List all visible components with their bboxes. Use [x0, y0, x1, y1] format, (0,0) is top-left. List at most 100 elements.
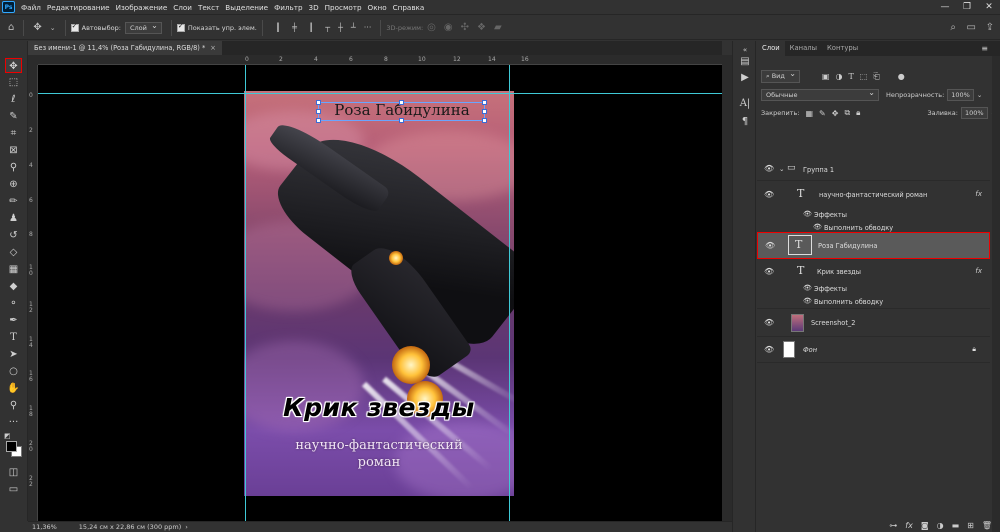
menu-text[interactable]: Текст [195, 3, 222, 12]
effects-row[interactable]: 👁︎ Эффекты [757, 283, 990, 296]
menu-window[interactable]: Окно [365, 3, 390, 12]
zoom-tool-icon[interactable]: ⚲ [5, 398, 22, 413]
vertical-guide[interactable] [245, 65, 246, 521]
close-tab-icon[interactable]: × [210, 44, 216, 52]
3d-scale-icon[interactable]: ▰ [494, 22, 502, 33]
lock-artboard-icon[interactable]: ⧉ [844, 108, 850, 118]
paragraph-icon[interactable]: ¶ [738, 115, 752, 129]
visibility-eye-icon[interactable]: 👁︎ [764, 190, 774, 199]
workspace-icon[interactable]: ▭ [967, 22, 976, 33]
dodge-tool-icon[interactable]: ⚬ [5, 296, 22, 311]
align-middle-icon[interactable]: ┼ [338, 23, 343, 32]
new-layer-icon[interactable]: ⊞ [967, 521, 974, 530]
chevron-down-icon[interactable]: ⌄ [50, 24, 56, 32]
layer-name[interactable]: научно-фантастический роман [819, 191, 927, 199]
adjustment-layer-icon[interactable]: ◑ [937, 521, 944, 530]
ruler-vertical[interactable]: 0 2 4 6 8 1 0 1 2 1 4 1 6 1 8 2 0 2 2 [28, 65, 38, 521]
quick-select-tool-icon[interactable]: ✎ [5, 109, 22, 124]
visibility-eye-icon[interactable]: 👁︎ [764, 267, 774, 276]
minimize-button[interactable]: — [934, 0, 956, 15]
shape-tool-icon[interactable]: ○ [5, 364, 22, 379]
filter-adjustment-icon[interactable]: ◑ [835, 72, 842, 81]
menu-image[interactable]: Изображение [113, 3, 171, 12]
document-tab[interactable]: Без имени-1 @ 11,4% (Роза Габидулина, RG… [28, 41, 222, 55]
3d-roll-icon[interactable]: ◉ [444, 22, 453, 33]
auto-select-checkbox[interactable] [70, 22, 79, 32]
move-tool-icon[interactable]: ✥ [5, 58, 22, 73]
visibility-eye-icon[interactable]: 👁︎ [803, 210, 812, 218]
filter-smart-object-icon[interactable]: ⎗ [873, 72, 879, 82]
3d-orbit-icon[interactable]: ◎ [427, 22, 436, 33]
layer-row-text-selected[interactable]: 👁︎ T Роза Габидулина [757, 232, 990, 259]
layer-row-group[interactable]: 👁︎ ⌄ ▭ Группа 1 [757, 159, 990, 181]
cover-genre-text[interactable]: научно-фантастический роман [244, 437, 514, 471]
hand-tool-icon[interactable]: ✋ [5, 381, 22, 396]
lock-all-icon[interactable]: 🔒︎ [856, 108, 860, 118]
align-right-icon[interactable]: ▕▏ [305, 23, 317, 32]
healing-brush-tool-icon[interactable]: ⊕ [5, 177, 22, 192]
align-left-icon[interactable]: ▕▏ [272, 23, 284, 32]
chevron-down-icon[interactable]: ⌄ [779, 165, 785, 173]
transform-handle[interactable] [482, 118, 487, 123]
add-style-icon[interactable]: fx [905, 521, 913, 530]
layer-row-image[interactable]: 👁︎ Screenshot_2 [757, 309, 990, 337]
cover-title-text[interactable]: Крик звезды [244, 393, 514, 422]
layer-row-text[interactable]: 👁︎ T Крик звезды fx [757, 259, 990, 285]
lock-position-icon[interactable]: ✥ [832, 109, 839, 118]
visibility-eye-icon[interactable]: 👁︎ [803, 297, 812, 305]
align-top-icon[interactable]: ┬ [325, 23, 330, 32]
chevron-right-icon[interactable]: › [185, 523, 188, 531]
search-icon[interactable]: ⌕ [950, 22, 956, 33]
book-cover-canvas[interactable]: Роза Габидулина Крик звезды научно-фанта… [244, 91, 514, 496]
zoom-level[interactable]: 11,36% [32, 523, 57, 531]
transform-handle[interactable] [482, 100, 487, 105]
canvas-workspace[interactable]: Роза Габидулина Крик звезды научно-фанта… [38, 65, 722, 521]
fx-icon[interactable]: fx [975, 190, 982, 198]
ruler-horizontal[interactable]: 0 2 4 6 8 10 12 14 16 [38, 55, 722, 65]
clone-stamp-tool-icon[interactable]: ♟ [5, 211, 22, 226]
effects-row[interactable]: 👁︎ Эффекты [757, 209, 990, 222]
menu-edit[interactable]: Редактирование [44, 3, 113, 12]
type-tool-icon[interactable]: T [5, 330, 22, 345]
menu-view[interactable]: Просмотр [322, 3, 365, 12]
play-actions-icon[interactable]: ▶ [738, 71, 752, 85]
frame-tool-icon[interactable]: ⊠ [5, 143, 22, 158]
tab-paths[interactable]: Контуры [822, 41, 863, 56]
lock-transparency-icon[interactable]: ▦ [805, 109, 813, 118]
maximize-button[interactable]: ❐ [956, 0, 978, 15]
lock-image-icon[interactable]: ✎ [819, 109, 826, 118]
layers-scrollbar[interactable] [992, 56, 1000, 532]
vertical-scrollbar[interactable] [722, 55, 732, 521]
opacity-field[interactable]: 100% [947, 89, 974, 101]
gradient-tool-icon[interactable]: ▦ [5, 262, 22, 277]
align-center-icon[interactable]: ╪ [292, 23, 297, 32]
layer-name[interactable]: Роза Габидулина [818, 242, 877, 250]
chevron-down-icon[interactable]: ⌄ [977, 91, 982, 99]
eraser-tool-icon[interactable]: ◇ [5, 245, 22, 260]
close-window-button[interactable]: ✕ [978, 0, 1000, 15]
menu-3d[interactable]: 3D [306, 3, 322, 12]
default-colors-icon[interactable]: ◩ [4, 432, 11, 440]
eyedropper-tool-icon[interactable]: ⚲ [5, 160, 22, 175]
visibility-eye-icon[interactable]: 👁︎ [764, 345, 774, 354]
add-mask-icon[interactable]: ◙ [921, 521, 929, 530]
history-brush-tool-icon[interactable]: ↺ [5, 228, 22, 243]
lasso-tool-icon[interactable]: ℓ [5, 92, 22, 107]
layer-name[interactable]: Группа 1 [803, 166, 834, 174]
transform-handle[interactable] [399, 100, 404, 105]
menu-file[interactable]: Файл [18, 3, 44, 12]
layer-filter-dropdown[interactable]: ⌕ Вид [761, 69, 800, 83]
3d-slide-icon[interactable]: ❖ [477, 22, 486, 33]
blend-mode-dropdown[interactable]: Обычные [761, 88, 879, 101]
screen-mode-icon[interactable]: ▭ [5, 482, 22, 497]
horizontal-guide[interactable] [38, 93, 722, 94]
visibility-eye-icon[interactable]: 👁︎ [813, 223, 822, 231]
document-info[interactable]: 15,24 см x 22,86 см (300 ppm) [79, 523, 181, 531]
layer-row-background[interactable]: 👁︎ Фон 🔒︎ [757, 337, 990, 363]
filter-pixel-icon[interactable]: ▣ [822, 72, 830, 81]
fx-icon[interactable]: fx [975, 267, 982, 275]
tab-channels[interactable]: Каналы [785, 41, 822, 56]
link-layers-icon[interactable]: ⊶ [889, 521, 897, 530]
history-icon[interactable]: ▤ [738, 55, 752, 69]
visibility-eye-icon[interactable]: 👁︎ [765, 241, 775, 250]
